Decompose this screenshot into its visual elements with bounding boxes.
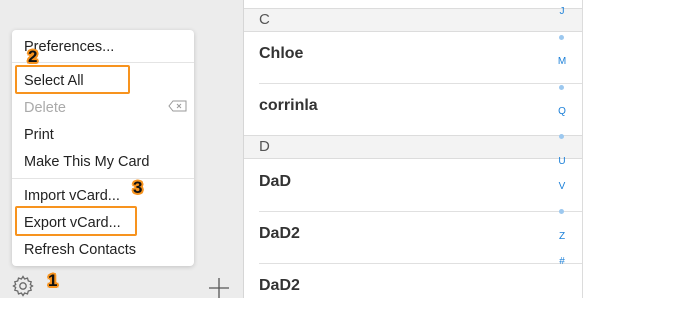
contact-row[interactable]: DaD2	[244, 263, 582, 315]
index-letter-v[interactable]: V	[555, 181, 569, 192]
contact-name: DaD	[259, 173, 292, 190]
contact-name: Chloe	[259, 45, 304, 62]
list-border	[582, 0, 583, 298]
menu-separator	[12, 178, 194, 179]
index-dot	[559, 209, 564, 214]
section-letter: C	[259, 11, 270, 28]
contact-row[interactable]: DaD	[244, 159, 582, 211]
index-letter-u[interactable]: U	[555, 156, 569, 167]
index-letter-z[interactable]: Z	[555, 231, 569, 242]
contact-row[interactable]: DaD2	[244, 211, 582, 263]
highlight-export-vcard	[15, 206, 137, 236]
menu-item-delete[interactable]: Delete	[24, 99, 66, 117]
menu-separator	[12, 62, 194, 63]
contact-name: DaD2	[259, 225, 300, 242]
index-letter-j[interactable]: J	[555, 6, 569, 17]
index-dot	[559, 35, 564, 40]
step-number-2: 2	[28, 47, 38, 66]
index-letter-m[interactable]: M	[555, 56, 569, 67]
contact-row[interactable]: Chloe	[244, 31, 582, 83]
highlight-select-all	[15, 65, 130, 94]
index-dot	[559, 134, 564, 139]
menu-item-refresh-contacts[interactable]: Refresh Contacts	[24, 241, 136, 259]
menu-item-preferences[interactable]: Preferences...	[24, 38, 114, 56]
contact-list: C Chloe corrinla D DaD DaD2 DaD2	[244, 0, 582, 298]
index-dot	[559, 85, 564, 90]
add-contact-icon[interactable]	[208, 277, 230, 299]
section-header-c: C	[244, 8, 582, 32]
step-number-1: 1	[48, 271, 58, 290]
contact-row[interactable]: corrinla	[244, 83, 582, 135]
backspace-icon	[168, 100, 187, 112]
menu-item-make-my-card[interactable]: Make This My Card	[24, 153, 149, 171]
contact-name: corrinla	[259, 97, 318, 114]
step-number-3: 3	[133, 178, 143, 197]
section-letter: D	[259, 138, 270, 155]
menu-item-import-vcard[interactable]: Import vCard...	[24, 187, 120, 205]
index-letter-hash[interactable]: #	[555, 256, 569, 267]
section-header-d: D	[244, 135, 582, 159]
index-letter-q[interactable]: Q	[555, 106, 569, 117]
menu-item-print[interactable]: Print	[24, 126, 54, 144]
contact-name: DaD2	[259, 277, 300, 294]
gear-icon[interactable]	[11, 274, 35, 298]
